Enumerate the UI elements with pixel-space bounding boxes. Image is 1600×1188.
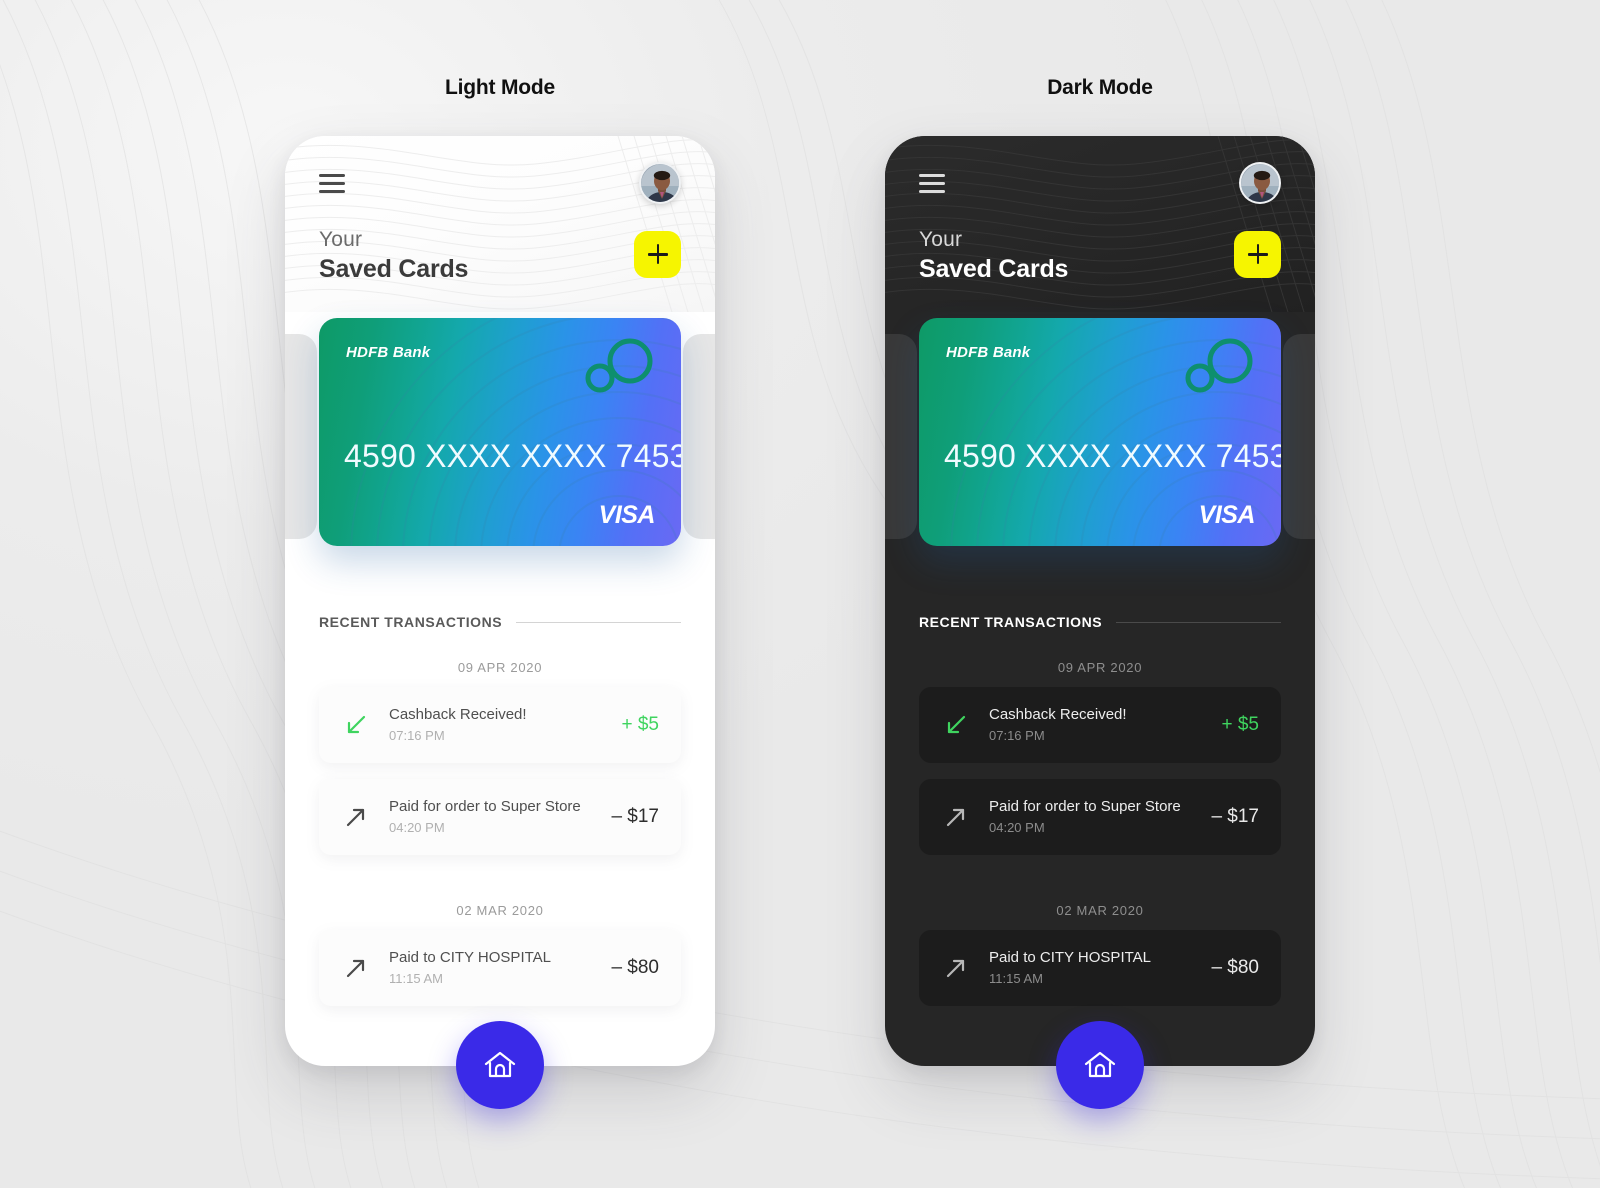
transaction-title: Paid for order to Super Store [389,798,581,816]
transaction-amount: + $5 [621,714,659,735]
transaction-group-date: 02 MAR 2020 [1056,903,1144,918]
hamburger-icon[interactable] [919,173,945,193]
arrow-up-right-icon [339,955,373,981]
panel-light-mode: Light Mode Your Saved Cards HDFB Bank 45… [285,76,715,1188]
card-peek-right[interactable] [1283,334,1315,539]
arrow-up-right-icon [939,955,973,981]
transaction-time: 11:15 AM [989,971,1043,987]
transaction-time: 11:15 AM [389,971,443,987]
phone-screen-dark: Your Saved Cards HDFB Bank 4590 XXXX XXX… [885,136,1315,1066]
card-peek-left[interactable] [885,334,917,539]
user-avatar[interactable] [639,162,681,204]
transaction-time: 04:20 PM [389,820,445,836]
transaction-amount: – $80 [611,957,659,978]
transaction-details: Paid for order to Super Store 04:20 PM [973,796,1201,837]
transaction-title: Paid to CITY HOSPITAL [989,949,1152,967]
transaction-details: Cashback Received! 07:16 PM [973,704,1211,745]
page-title-block: Your Saved Cards [919,226,1068,286]
page-title-row-dark: Your Saved Cards [885,204,1315,286]
transaction-details: Paid to CITY HOSPITAL 11:15 AM [373,947,601,988]
top-bar-dark [885,136,1315,204]
transaction-group-date: 09 APR 2020 [457,660,543,675]
top-bar-light [285,136,715,204]
card-bank-name: HDFB Bank [946,344,1031,361]
card-number: 4590 XXXX XXXX 7453 [944,438,1281,474]
transactions-section-light: RECENT TRANSACTIONS 09 APR 2020 Cashback… [285,614,715,1006]
card-carousel-dark[interactable]: HDFB Bank 4590 XXXX XXXX 7453 VISA [885,318,1315,566]
hamburger-icon[interactable] [319,173,345,193]
card-carousel-light[interactable]: HDFB Bank 4590 XXXX XXXX 7453 VISA [285,318,715,566]
credit-card[interactable]: HDFB Bank 4590 XXXX XXXX 7453 VISA [319,318,681,546]
transaction-time: 04:20 PM [989,820,1045,836]
transaction-details: Paid for order to Super Store 04:20 PM [373,796,601,837]
add-card-button[interactable] [634,230,681,278]
home-button[interactable] [456,1021,544,1109]
page-title-block: Your Saved Cards [319,226,468,286]
home-icon [484,1051,516,1078]
arrow-up-right-icon [339,804,373,830]
plus-icon [1247,244,1268,265]
transaction-time: 07:16 PM [989,728,1045,744]
transaction-group-date: 09 APR 2020 [1057,660,1143,675]
plus-icon [647,244,668,265]
card-network-logo: VISA [1198,501,1256,529]
transactions-section-label: RECENT TRANSACTIONS [319,614,503,630]
transaction-row[interactable]: Paid to CITY HOSPITAL 11:15 AM – $80 [919,930,1281,1006]
credit-card[interactable]: HDFB Bank 4590 XXXX XXXX 7453 VISA [919,318,1281,546]
transaction-title: Cashback Received! [989,706,1127,724]
double-circle-logo [1185,338,1253,393]
transaction-amount: – $17 [1211,806,1259,827]
transaction-row[interactable]: Paid for order to Super Store 04:20 PM –… [319,779,681,855]
add-card-button[interactable] [1234,230,1281,278]
panel-dark-mode: Dark Mode Your Saved Cards HDFB Bank 459… [885,76,1315,1188]
header-area-light: Your Saved Cards [285,136,715,312]
transactions-header: RECENT TRANSACTIONS [919,614,1281,630]
double-circle-logo [585,338,653,393]
transaction-title: Paid to CITY HOSPITAL [389,949,552,967]
transactions-divider [516,621,681,623]
transaction-time: 07:16 PM [389,728,445,744]
transaction-amount: + $5 [1221,714,1259,735]
page-title-eyebrow: Your [919,228,963,251]
arrow-down-left-icon [339,712,373,738]
transaction-row[interactable]: Cashback Received! 07:16 PM + $5 [919,687,1281,763]
card-number: 4590 XXXX XXXX 7453 [344,438,681,474]
transaction-title: Paid for order to Super Store [989,798,1181,816]
home-button[interactable] [1056,1021,1144,1109]
transaction-row[interactable]: Paid for order to Super Store 04:20 PM –… [919,779,1281,855]
mode-title-light: Light Mode [445,76,555,99]
page-title: Saved Cards [919,255,1069,284]
phone-mockup-light: Your Saved Cards HDFB Bank 4590 XXXX XXX… [285,136,715,1109]
card-bank-name: HDFB Bank [346,344,431,361]
home-icon [1084,1051,1116,1078]
transaction-details: Cashback Received! 07:16 PM [373,704,611,745]
transactions-section-dark: RECENT TRANSACTIONS 09 APR 2020 Cashback… [885,614,1315,1006]
transaction-details: Paid to CITY HOSPITAL 11:15 AM [973,947,1201,988]
phone-screen-light: Your Saved Cards HDFB Bank 4590 XXXX XXX… [285,136,715,1066]
transactions-section-label: RECENT TRANSACTIONS [919,614,1103,630]
transactions-header: RECENT TRANSACTIONS [319,614,681,630]
transaction-row[interactable]: Paid to CITY HOSPITAL 11:15 AM – $80 [319,930,681,1006]
transaction-row[interactable]: Cashback Received! 07:16 PM + $5 [319,687,681,763]
phone-mockup-dark: Your Saved Cards HDFB Bank 4590 XXXX XXX… [885,136,1315,1109]
transaction-amount: – $17 [611,806,659,827]
transaction-title: Cashback Received! [389,706,527,724]
transactions-divider [1116,621,1281,623]
user-avatar[interactable] [1239,162,1281,204]
card-peek-left[interactable] [285,334,317,539]
header-area-dark: Your Saved Cards [885,136,1315,312]
page-title-row-light: Your Saved Cards [285,204,715,286]
mode-title-dark: Dark Mode [1047,76,1153,99]
card-network-logo: VISA [598,501,656,529]
panels-stage: Light Mode Your Saved Cards HDFB Bank 45… [0,0,1600,1188]
card-peek-right[interactable] [683,334,715,539]
transaction-group-date: 02 MAR 2020 [456,903,544,918]
arrow-up-right-icon [939,804,973,830]
page-title-eyebrow: Your [319,228,363,251]
page-title: Saved Cards [319,255,469,284]
transaction-amount: – $80 [1211,957,1259,978]
arrow-down-left-icon [939,712,973,738]
